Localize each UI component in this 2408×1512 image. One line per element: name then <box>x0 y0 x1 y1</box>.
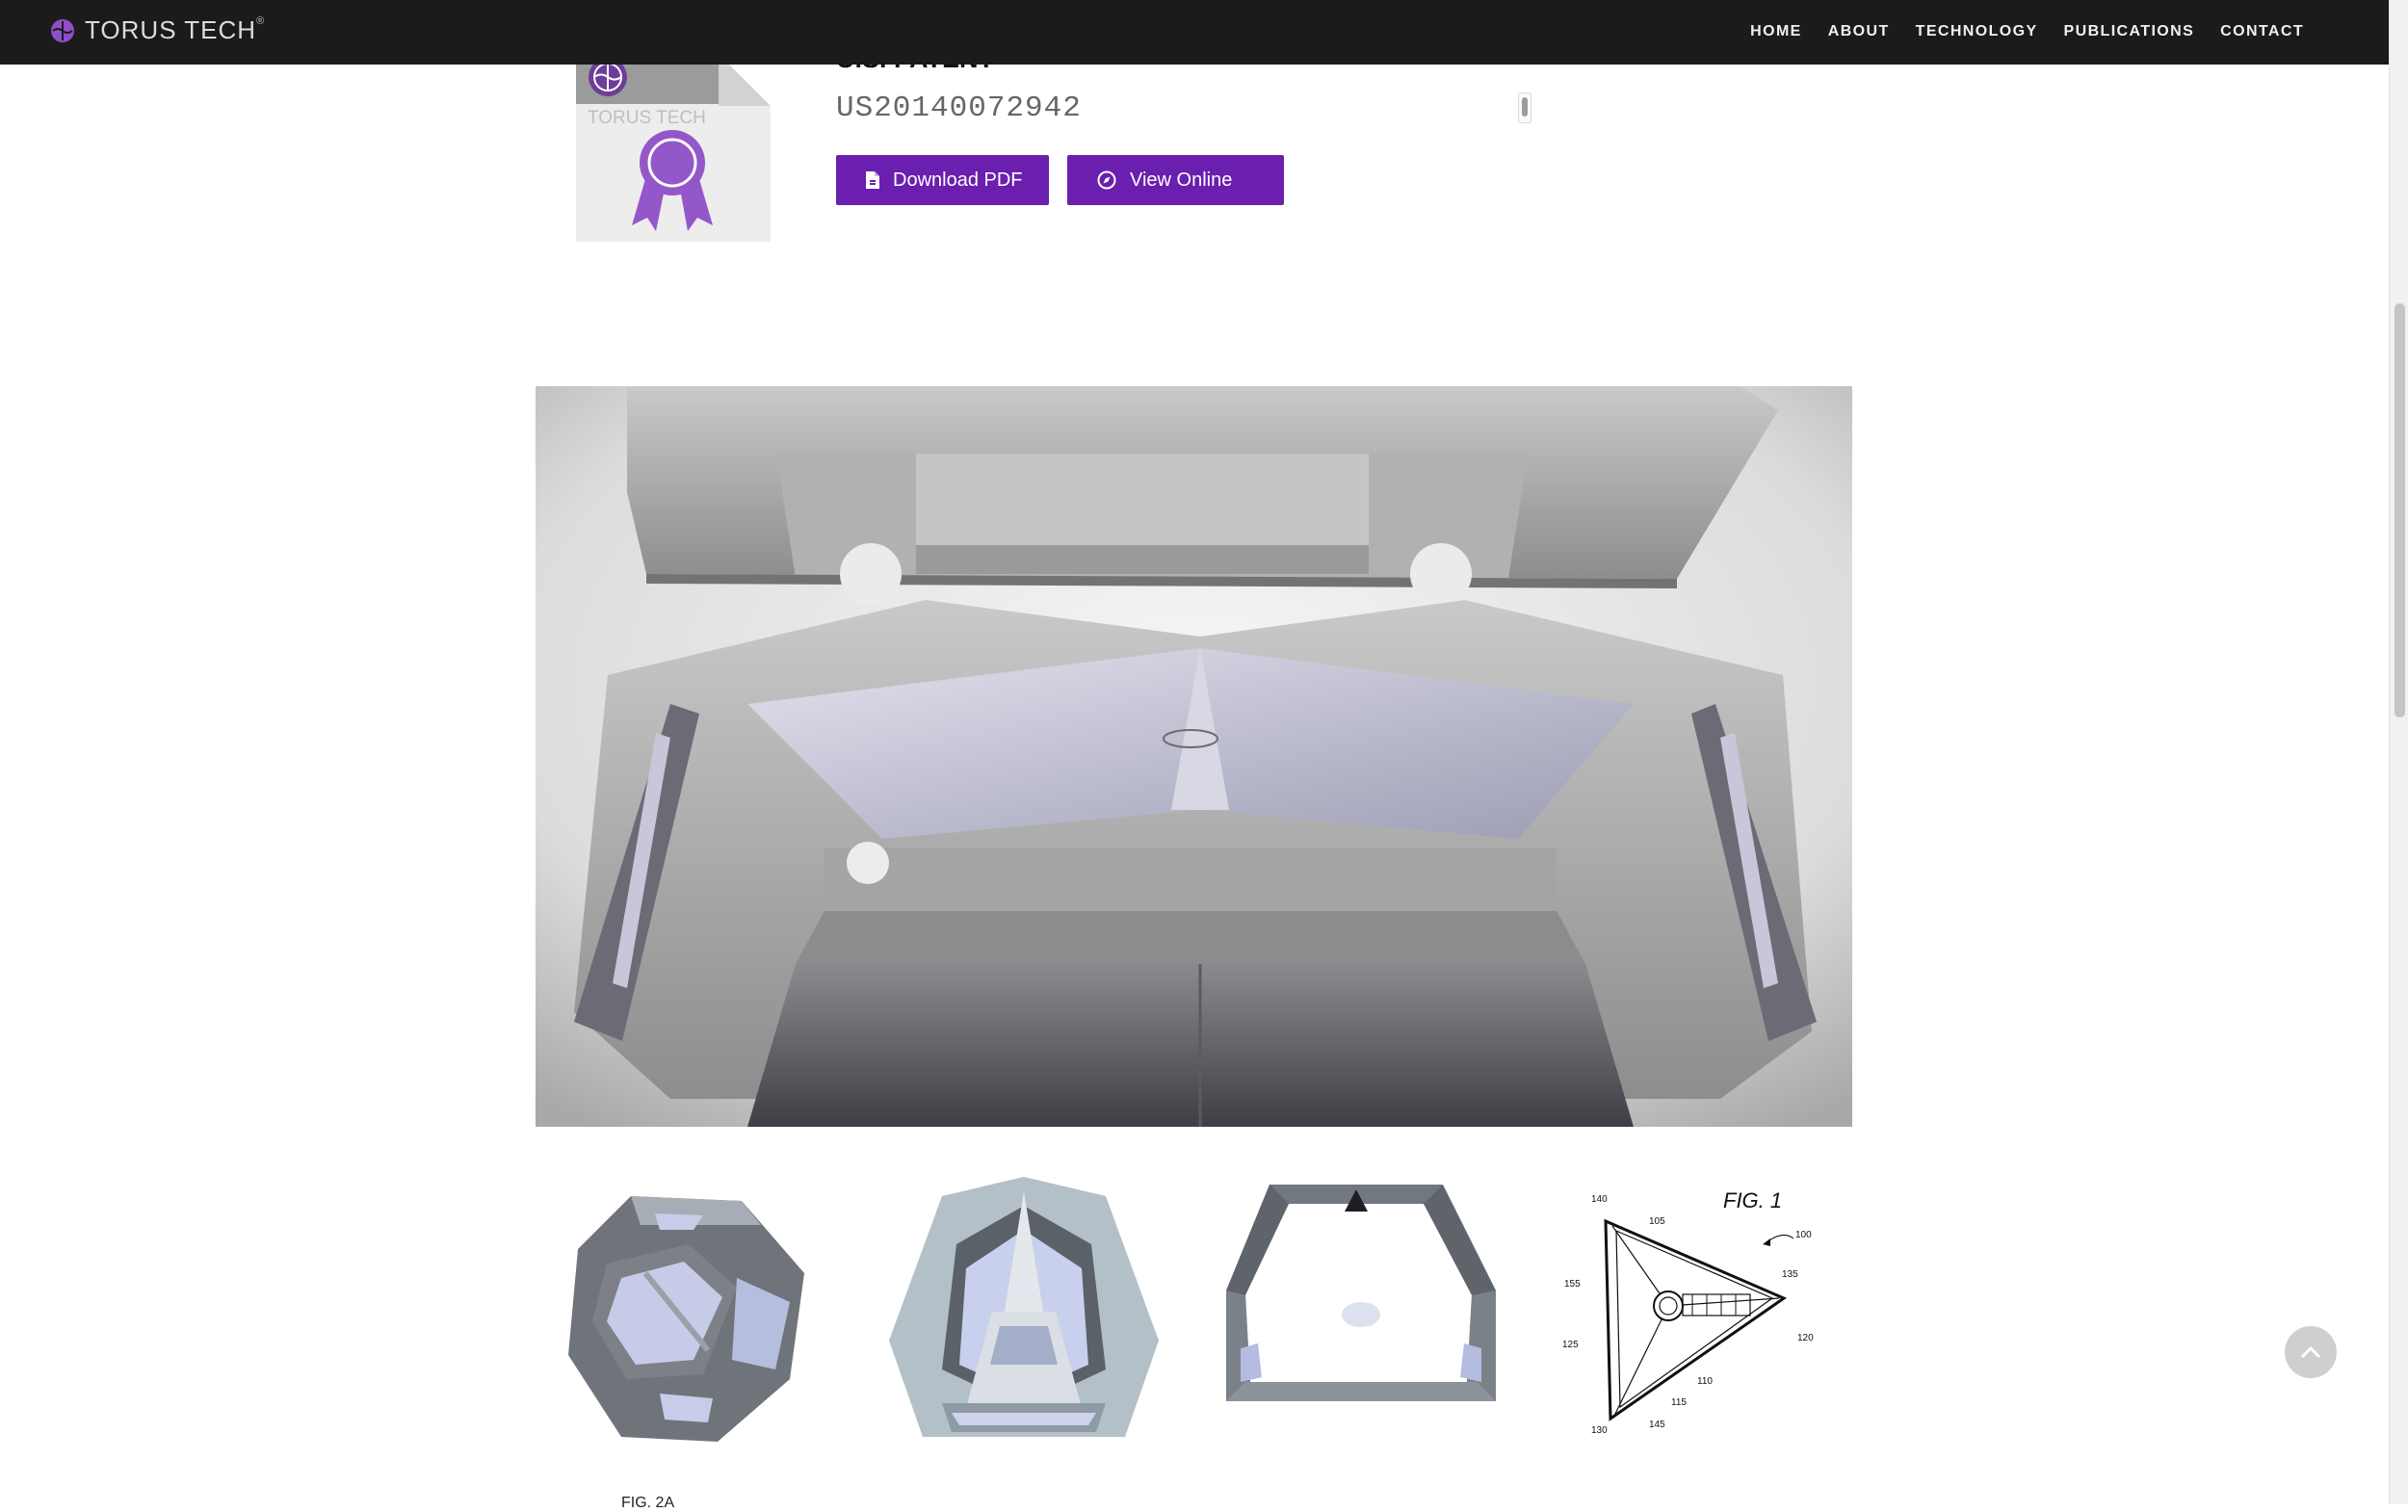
ref-145: 145 <box>1649 1420 1665 1430</box>
mini-scrollbar[interactable] <box>1518 92 1531 123</box>
triangular-frame-render-thumbnail[interactable] <box>1221 1185 1501 1416</box>
view-online-label: View Online <box>1130 169 1233 191</box>
nav-about[interactable]: ABOUT <box>1828 23 1890 40</box>
download-pdf-label: Download PDF <box>893 169 1023 191</box>
ref-140: 140 <box>1591 1194 1608 1205</box>
scrollbar-thumb[interactable] <box>2395 303 2405 717</box>
nav-contact[interactable]: CONTACT <box>2220 23 2304 40</box>
fig1-patent-drawing-thumbnail[interactable]: FIG. 1 140 105 100 135 155 120 125 110 1… <box>1553 1183 1832 1443</box>
patent-document-icon: TORUS TECH <box>576 54 771 242</box>
download-pdf-button[interactable]: Download PDF <box>836 155 1049 205</box>
view-online-button[interactable]: View Online <box>1067 155 1284 205</box>
file-icon <box>866 171 879 189</box>
patent-icon-text: TORUS TECH <box>588 108 706 128</box>
ref-100: 100 <box>1795 1230 1812 1240</box>
chevron-up-icon <box>2300 1345 2321 1359</box>
ref-110: 110 <box>1697 1376 1713 1387</box>
figure-caption: FIG. 2A <box>621 1495 675 1511</box>
fig1-label: FIG. 1 <box>1723 1188 1782 1212</box>
ref-155: 155 <box>1564 1279 1581 1290</box>
ref-125: 125 <box>1562 1340 1579 1350</box>
nav-technology[interactable]: TECHNOLOGY <box>1916 23 2038 40</box>
nav-publications[interactable]: PUBLICATIONS <box>2064 23 2195 40</box>
page-scrollbar[interactable] <box>2389 0 2408 1504</box>
ref-120: 120 <box>1797 1333 1814 1343</box>
tetrahedron-render-thumbnail[interactable] <box>884 1177 1164 1442</box>
patent-number: US20140072942 <box>836 91 1082 125</box>
octahedron-render-thumbnail[interactable] <box>568 1196 809 1442</box>
top-navbar: TORUS TECH® HOME ABOUT TECHNOLOGY PUBLIC… <box>0 0 2389 65</box>
back-to-top-button[interactable] <box>2285 1326 2337 1378</box>
ref-105: 105 <box>1649 1216 1665 1227</box>
ref-115: 115 <box>1671 1397 1687 1408</box>
ref-130: 130 <box>1591 1425 1608 1436</box>
brand-name: TORUS TECH® <box>85 15 266 44</box>
brand[interactable]: TORUS TECH® <box>50 15 265 45</box>
compass-icon <box>1097 170 1116 190</box>
torus-logo-icon <box>51 18 74 42</box>
main-nav: HOME ABOUT TECHNOLOGY PUBLICATIONS CONTA… <box>1724 23 2304 40</box>
device-render-image <box>536 386 1852 1127</box>
nav-home[interactable]: HOME <box>1750 23 1802 40</box>
ref-135: 135 <box>1782 1269 1798 1280</box>
